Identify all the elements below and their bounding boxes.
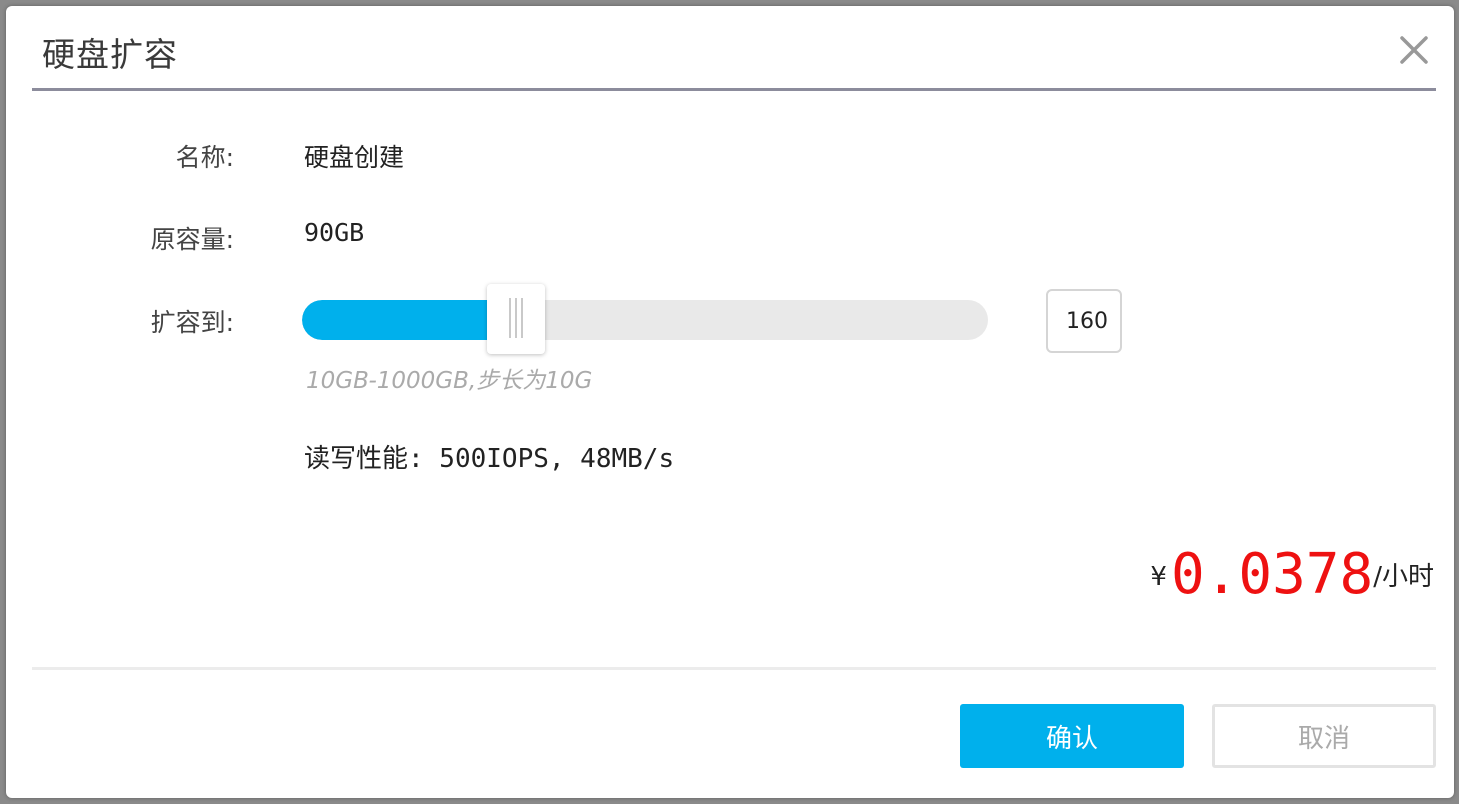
expand-disk-dialog: 硬盘扩容 名称: 硬盘创建 原容量: 90GB 扩容到: 10GB-1000GB… — [6, 6, 1454, 798]
capacity-slider-fill — [302, 300, 517, 340]
currency-symbol: ¥ — [1150, 562, 1167, 592]
grip-line — [509, 298, 512, 338]
original-capacity-value: 90GB — [304, 218, 365, 247]
name-label: 名称: — [175, 143, 234, 172]
capacity-slider-track[interactable] — [302, 300, 988, 340]
price-unit: /小时 — [1373, 562, 1434, 592]
grip-line — [515, 298, 518, 338]
price-display: ¥0.0378/小时 — [1150, 542, 1434, 607]
confirm-button[interactable]: 确认 — [960, 704, 1184, 768]
expand-to-label: 扩容到: — [150, 308, 234, 337]
capacity-slider-handle[interactable] — [487, 284, 546, 354]
capacity-input[interactable] — [1046, 289, 1122, 353]
performance-text: 读写性能: 500IOPS, 48MB/s — [304, 444, 675, 474]
original-capacity-label: 原容量: — [150, 225, 234, 254]
capacity-range-hint: 10GB-1000GB,步长为10G — [306, 368, 593, 394]
header-divider — [32, 88, 1436, 91]
cancel-button[interactable]: 取消 — [1212, 704, 1436, 768]
close-icon[interactable] — [1396, 32, 1432, 68]
name-value: 硬盘创建 — [304, 143, 405, 172]
grip-line — [521, 298, 524, 338]
price-amount: 0.0378 — [1170, 542, 1374, 607]
footer-divider — [32, 667, 1436, 670]
dialog-title: 硬盘扩容 — [42, 35, 178, 74]
